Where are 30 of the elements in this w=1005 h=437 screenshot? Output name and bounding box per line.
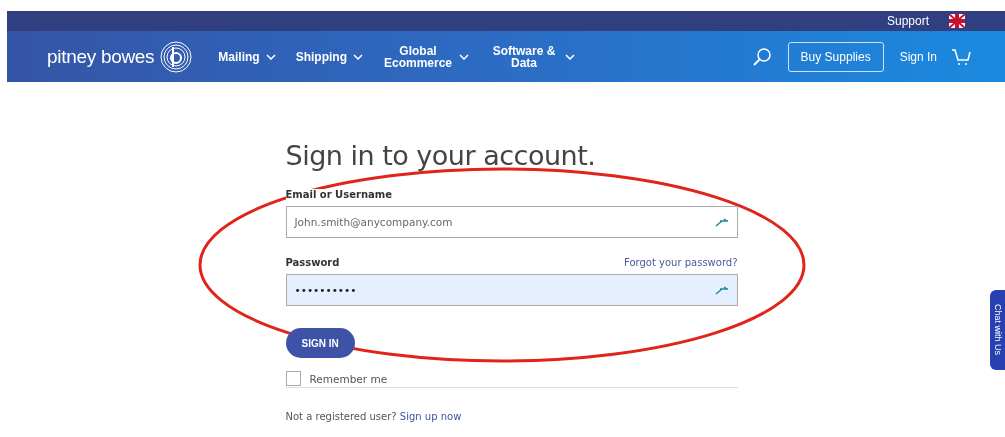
- nav-menu-item[interactable]: Mailing: [218, 50, 276, 63]
- key-icon[interactable]: [714, 217, 729, 227]
- logo-icon: [160, 40, 193, 73]
- register-prompt: Not a registered user? Sign up now: [285, 411, 463, 422]
- email-input-field[interactable]: John.smith@anycompany.com: [285, 206, 738, 238]
- password-input-field[interactable]: ••••••••••: [285, 274, 738, 306]
- nav-menu-item[interactable]: Shipping: [295, 50, 363, 63]
- sign-in-button[interactable]: SIGN IN: [285, 328, 355, 358]
- remember-me-checkbox[interactable]: [285, 371, 301, 386]
- forgot-password-link[interactable]: Forgot your password?: [624, 257, 738, 274]
- uk-flag-icon[interactable]: [949, 14, 965, 28]
- key-icon[interactable]: [714, 285, 729, 295]
- buy-supplies-button[interactable]: Buy Supplies: [787, 41, 884, 72]
- sign-in-link[interactable]: Sign In: [899, 49, 937, 64]
- logo-wordmark[interactable]: pitney bowes: [47, 45, 155, 68]
- email-label: Email or Username: [285, 189, 392, 200]
- support-link[interactable]: Support: [886, 14, 929, 28]
- nav-menu-item[interactable]: Software & Data: [489, 44, 575, 69]
- chevron-down-icon: [459, 53, 469, 60]
- chat-tab[interactable]: Chat with Us: [990, 290, 1005, 370]
- page-title: Sign in to your account.: [285, 140, 597, 171]
- chevron-down-icon: [565, 53, 575, 60]
- sign-up-link[interactable]: Sign up now: [399, 411, 462, 422]
- remember-me-label: Remember me: [309, 372, 388, 385]
- cart-icon[interactable]: [951, 47, 971, 66]
- nav-menu-item[interactable]: Global Ecommerce: [383, 44, 469, 69]
- chevron-down-icon: [265, 53, 276, 60]
- chevron-down-icon: [353, 53, 363, 60]
- password-label: Password: [285, 257, 340, 268]
- search-icon[interactable]: [751, 46, 772, 67]
